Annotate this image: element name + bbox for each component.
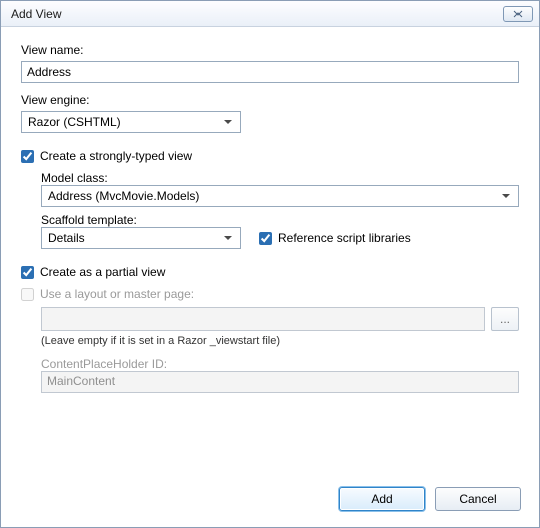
scaffold-template-select[interactable]: Details xyxy=(41,227,241,249)
scaffold-template-label: Scaffold template: xyxy=(41,213,519,227)
strongly-typed-checkbox[interactable] xyxy=(21,150,34,163)
add-button[interactable]: Add xyxy=(339,487,425,511)
model-class-select[interactable]: Address (MvcMovie.Models) xyxy=(41,185,519,207)
view-engine-label: View engine: xyxy=(21,93,519,107)
titlebar: Add View xyxy=(1,1,539,27)
layout-group: ... (Leave empty if it is set in a Razor… xyxy=(41,305,519,393)
strongly-typed-group: Model class: Address (MvcMovie.Models) S… xyxy=(41,167,519,249)
reference-scripts-label: Reference script libraries xyxy=(278,231,411,245)
dialog-footer: Add Cancel xyxy=(1,477,539,527)
dialog-body: View name: View engine: Razor (CSHTML) C… xyxy=(1,27,539,477)
view-engine-value: Razor (CSHTML) xyxy=(28,115,121,129)
view-engine-select[interactable]: Razor (CSHTML) xyxy=(21,111,241,133)
view-name-label: View name: xyxy=(21,43,519,57)
content-placeholder-label: ContentPlaceHolder ID: xyxy=(41,357,519,371)
ellipsis-icon: ... xyxy=(500,312,510,326)
add-view-dialog: Add View View name: View engine: Razor (… xyxy=(0,0,540,528)
use-layout-label: Use a layout or master page: xyxy=(40,287,194,301)
chevron-down-icon xyxy=(498,188,514,204)
close-button[interactable] xyxy=(503,6,533,22)
model-class-value: Address (MvcMovie.Models) xyxy=(48,189,199,203)
partial-view-label: Create as a partial view xyxy=(40,265,165,279)
use-layout-row: Use a layout or master page: xyxy=(21,287,519,301)
model-class-label: Model class: xyxy=(41,171,519,185)
scaffold-template-value: Details xyxy=(48,231,85,245)
chevron-down-icon xyxy=(220,114,236,130)
browse-layout-button: ... xyxy=(491,307,519,331)
close-icon xyxy=(512,10,524,18)
reference-scripts-checkbox[interactable] xyxy=(259,232,272,245)
strongly-typed-label: Create a strongly-typed view xyxy=(40,149,192,163)
dialog-title: Add View xyxy=(11,7,503,21)
cancel-button[interactable]: Cancel xyxy=(435,487,521,511)
layout-path-input xyxy=(41,307,485,331)
partial-view-checkbox[interactable] xyxy=(21,266,34,279)
content-placeholder-input: MainContent xyxy=(41,371,519,393)
chevron-down-icon xyxy=(220,230,236,246)
layout-hint: (Leave empty if it is set in a Razor _vi… xyxy=(41,335,519,347)
use-layout-checkbox[interactable] xyxy=(21,288,34,301)
view-name-input[interactable] xyxy=(21,61,519,83)
